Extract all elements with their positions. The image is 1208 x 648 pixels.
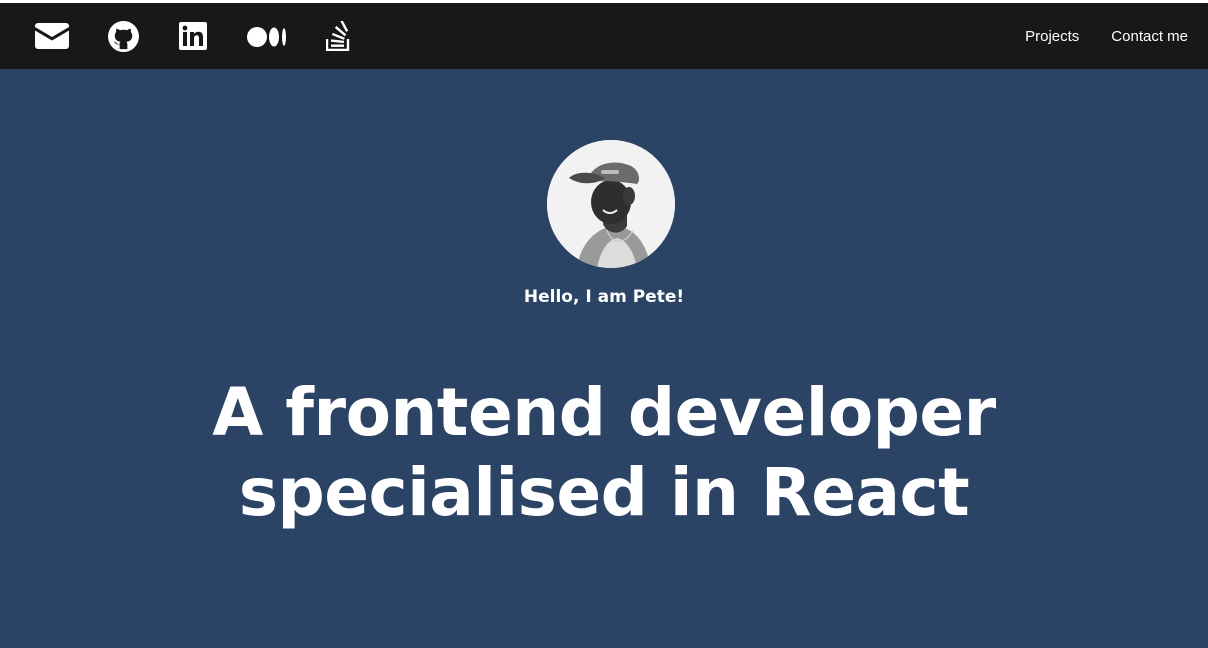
profile-photo <box>547 140 675 268</box>
nav-link-projects[interactable]: Projects <box>1025 28 1079 45</box>
email-link[interactable] <box>35 23 69 49</box>
medium-icon <box>247 27 286 47</box>
headline-line-2: specialised in React <box>238 454 970 531</box>
medium-link[interactable] <box>247 27 287 47</box>
avatar <box>547 140 675 268</box>
linkedin-link[interactable] <box>179 22 207 50</box>
linkedin-icon <box>179 22 207 50</box>
headline-line-1: A frontend developer <box>212 374 996 451</box>
nav-link-contact[interactable]: Contact me <box>1111 28 1188 45</box>
nav-links: Projects Contact me <box>1025 3 1188 69</box>
envelope-icon <box>35 23 69 49</box>
github-icon <box>108 21 139 52</box>
stackoverflow-icon <box>326 21 350 51</box>
greeting: Hello, I am Pete! <box>523 287 685 307</box>
stackoverflow-link[interactable] <box>326 21 352 51</box>
github-link[interactable] <box>108 21 139 52</box>
navbar: Projects Contact me <box>0 3 1208 69</box>
hero-section: Hello, I am Pete! A frontend developer s… <box>0 69 1208 648</box>
headline: A frontend developer specialised in Reac… <box>0 373 1208 533</box>
